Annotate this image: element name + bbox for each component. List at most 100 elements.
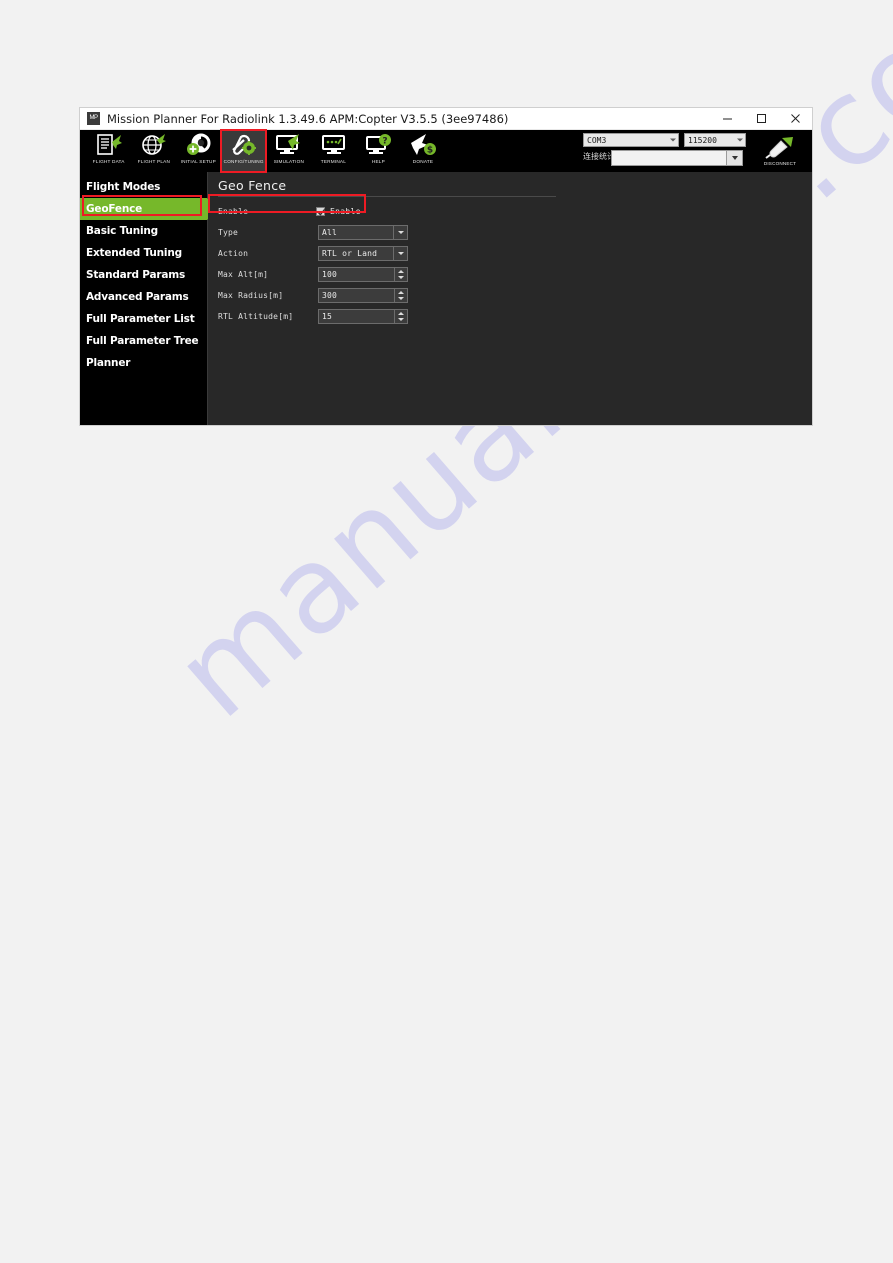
toolbar-label: SIMULATION [273, 159, 304, 164]
mission-planner-window: MP Mission Planner For Radiolink 1.3.49.… [80, 108, 812, 425]
form-row-rtl-altitude: RTL Altitude[m] 15 [218, 306, 812, 327]
toolbar-label: FLIGHT PLAN [137, 159, 170, 164]
sidebar-item-extended-tuning[interactable]: Extended Tuning [80, 242, 207, 264]
type-label: Type [218, 228, 239, 237]
help-icon: ? [364, 132, 394, 158]
sidebar-item-label: Full Parameter Tree [86, 335, 199, 347]
form-row-max-radius: Max Radius[m] 300 [218, 285, 812, 306]
connection-row-top: COM3 115200 [583, 133, 746, 147]
toolbar-item-terminal[interactable]: TERMINAL [311, 130, 356, 172]
toolbar-label: HELP [371, 159, 386, 164]
enable-label: Enable [218, 207, 249, 216]
page-title: Geo Fence [218, 178, 287, 193]
toolbar-item-flight-data[interactable]: FLIGHT DATA [86, 130, 131, 172]
sidebar-item-label: Basic Tuning [86, 225, 158, 237]
baud-rate-select[interactable]: 115200 [684, 133, 746, 147]
sidebar-item-advanced-params[interactable]: Advanced Params [80, 286, 207, 308]
simulation-icon [274, 132, 304, 158]
stepper-buttons [394, 268, 407, 281]
toolbar-item-config-tuning[interactable]: CONFIG/TUNING [220, 129, 267, 173]
checkmark-icon [317, 208, 326, 216]
sidebar-item-label: Advanced Params [86, 291, 189, 303]
minimize-button[interactable] [710, 108, 744, 129]
rtl-altitude-stepper[interactable]: 15 [318, 309, 408, 324]
sidebar-item-label: Flight Modes [86, 181, 161, 193]
svg-text:$: $ [426, 146, 432, 156]
plug-icon [765, 134, 795, 160]
terminal-icon [319, 132, 349, 158]
maximize-button[interactable] [744, 108, 778, 129]
toolbar-item-simulation[interactable]: SIMULATION [266, 130, 311, 172]
close-icon [790, 114, 800, 123]
toolbar-label: TERMINAL [320, 159, 347, 164]
window-title: Mission Planner For Radiolink 1.3.49.6 A… [107, 111, 509, 126]
sidebar-item-label: Standard Params [86, 269, 186, 281]
window-controls [710, 108, 812, 129]
disconnect-label: DISCONNECT [763, 161, 797, 166]
connection-controls: COM3 115200 连接统计 DISCONNECT [583, 130, 804, 174]
stepper-down-icon[interactable] [395, 296, 407, 303]
action-label: Action [218, 249, 249, 258]
max-radius-stepper[interactable]: 300 [318, 288, 408, 303]
sidebar-item-standard-params[interactable]: Standard Params [80, 264, 207, 286]
enable-checkbox-group[interactable]: Enable [316, 207, 361, 216]
com-port-value: COM3 [587, 135, 607, 145]
sidebar-item-label: Full Parameter List [86, 313, 195, 325]
type-select[interactable]: All [318, 225, 408, 240]
chevron-down-icon[interactable] [393, 247, 407, 260]
disconnect-button[interactable]: DISCONNECT [756, 132, 804, 166]
initial-setup-icon [184, 132, 214, 158]
geofence-panel: Geo Fence Enable Enable Type All Action … [208, 172, 812, 425]
max-radius-label: Max Radius[m] [218, 291, 284, 300]
window-body: Flight Modes GeoFence Basic Tuning Exten… [80, 172, 812, 425]
max-alt-stepper[interactable]: 100 [318, 267, 408, 282]
sidebar-item-planner[interactable]: Planner [80, 352, 207, 374]
chevron-down-icon[interactable] [393, 226, 407, 239]
sidebar-item-flight-modes[interactable]: Flight Modes [80, 176, 207, 198]
chevron-down-icon[interactable] [726, 151, 742, 165]
toolbar-item-initial-setup[interactable]: INITIAL SETUP [176, 130, 221, 172]
toolbar-label: INITIAL SETUP [180, 159, 217, 164]
toolbar-item-donate[interactable]: $ DONATE [401, 130, 446, 172]
stepper-buttons [394, 310, 407, 323]
minimize-icon [722, 118, 732, 120]
main-toolbar: FLIGHT DATA FLIGHT PLAN INITIAL SETUP CO… [80, 129, 812, 174]
sidebar-item-full-parameter-list[interactable]: Full Parameter List [80, 308, 207, 330]
app-icon: MP [87, 112, 100, 125]
config-tuning-icon [229, 132, 259, 158]
close-button[interactable] [778, 108, 812, 129]
sidebar-item-label: Extended Tuning [86, 247, 182, 259]
panel-divider [218, 196, 556, 197]
flight-plan-icon [139, 132, 169, 158]
form-row-enable: Enable Enable [218, 201, 812, 222]
form-row-type: Type All [218, 222, 812, 243]
stepper-down-icon[interactable] [395, 275, 407, 282]
stepper-down-icon[interactable] [395, 317, 407, 324]
sidebar-item-label: Planner [86, 357, 131, 369]
form-row-action: Action RTL or Land [218, 243, 812, 264]
chevron-down-icon [670, 138, 676, 142]
sidebar-item-full-parameter-tree[interactable]: Full Parameter Tree [80, 330, 207, 352]
flight-data-icon [94, 132, 124, 158]
baud-rate-value: 115200 [688, 135, 717, 145]
window-titlebar: MP Mission Planner For Radiolink 1.3.49.… [80, 108, 812, 130]
rtl-altitude-label: RTL Altitude[m] [218, 312, 294, 321]
form-row-max-alt: Max Alt[m] 100 [218, 264, 812, 285]
com-port-select[interactable]: COM3 [583, 133, 679, 147]
toolbar-item-flight-plan[interactable]: FLIGHT PLAN [131, 130, 176, 172]
connection-row-bottom: 连接统计 [583, 150, 746, 166]
sidebar-item-basic-tuning[interactable]: Basic Tuning [80, 220, 207, 242]
donate-icon: $ [409, 132, 439, 158]
max-alt-value: 100 [322, 270, 338, 279]
sidebar-item-geofence[interactable]: GeoFence [80, 198, 217, 220]
rtl-altitude-value: 15 [322, 312, 333, 321]
toolbar-label: FLIGHT DATA [92, 159, 125, 164]
sidebar-item-label: GeoFence [86, 203, 143, 215]
type-value: All [322, 228, 338, 237]
link-stats-select[interactable] [611, 150, 743, 166]
enable-checkbox[interactable] [316, 207, 326, 216]
chevron-down-icon [737, 138, 743, 142]
toolbar-item-help[interactable]: ? HELP [356, 130, 401, 172]
geofence-form: Enable Enable Type All Action RTL or Lan… [218, 199, 812, 327]
action-select[interactable]: RTL or Land [318, 246, 408, 261]
